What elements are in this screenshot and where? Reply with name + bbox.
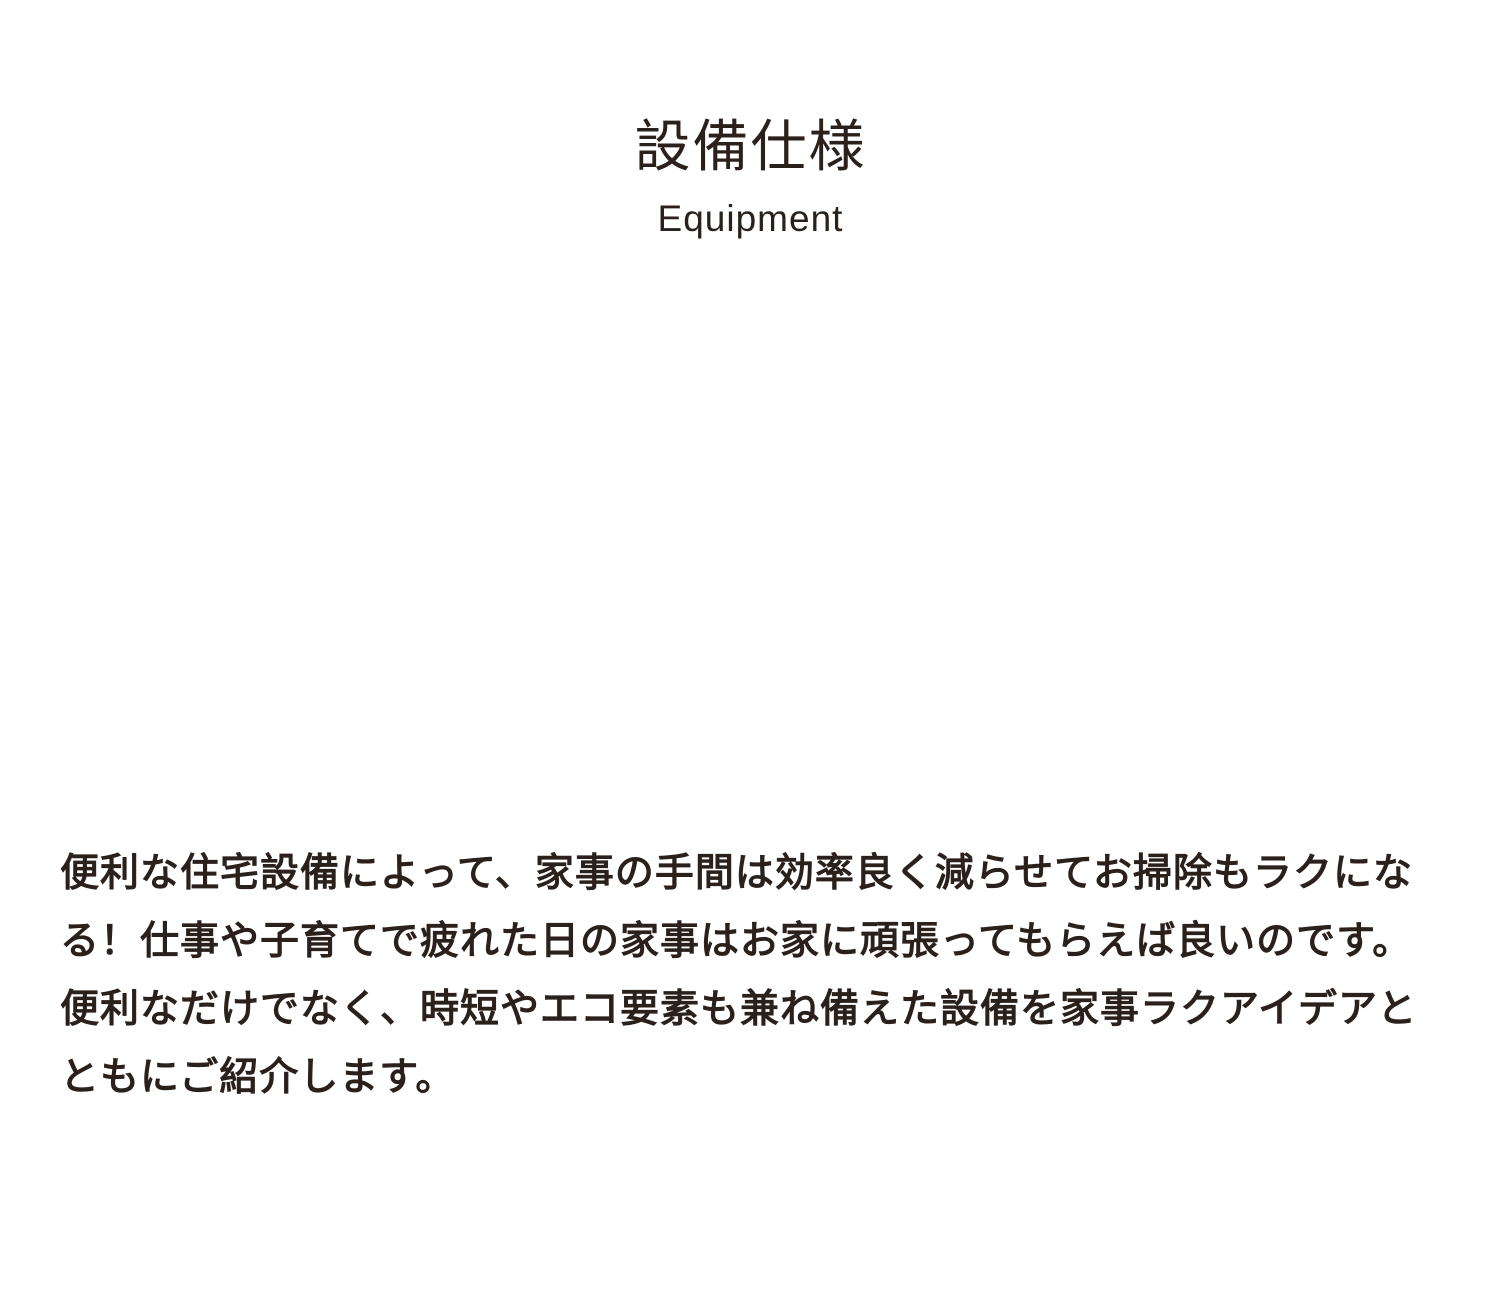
- page-subtitle: Equipment: [657, 198, 844, 239]
- content-image-area: [60, 280, 1441, 820]
- page-title: 設備仕様: [634, 115, 867, 180]
- description-text: 便利な住宅設備によって、家事の手間は効率良く減らせてお掃除もラクになる！仕事や子…: [60, 851, 1418, 1100]
- section-header: 設備仕様 Equipment: [0, 108, 1501, 244]
